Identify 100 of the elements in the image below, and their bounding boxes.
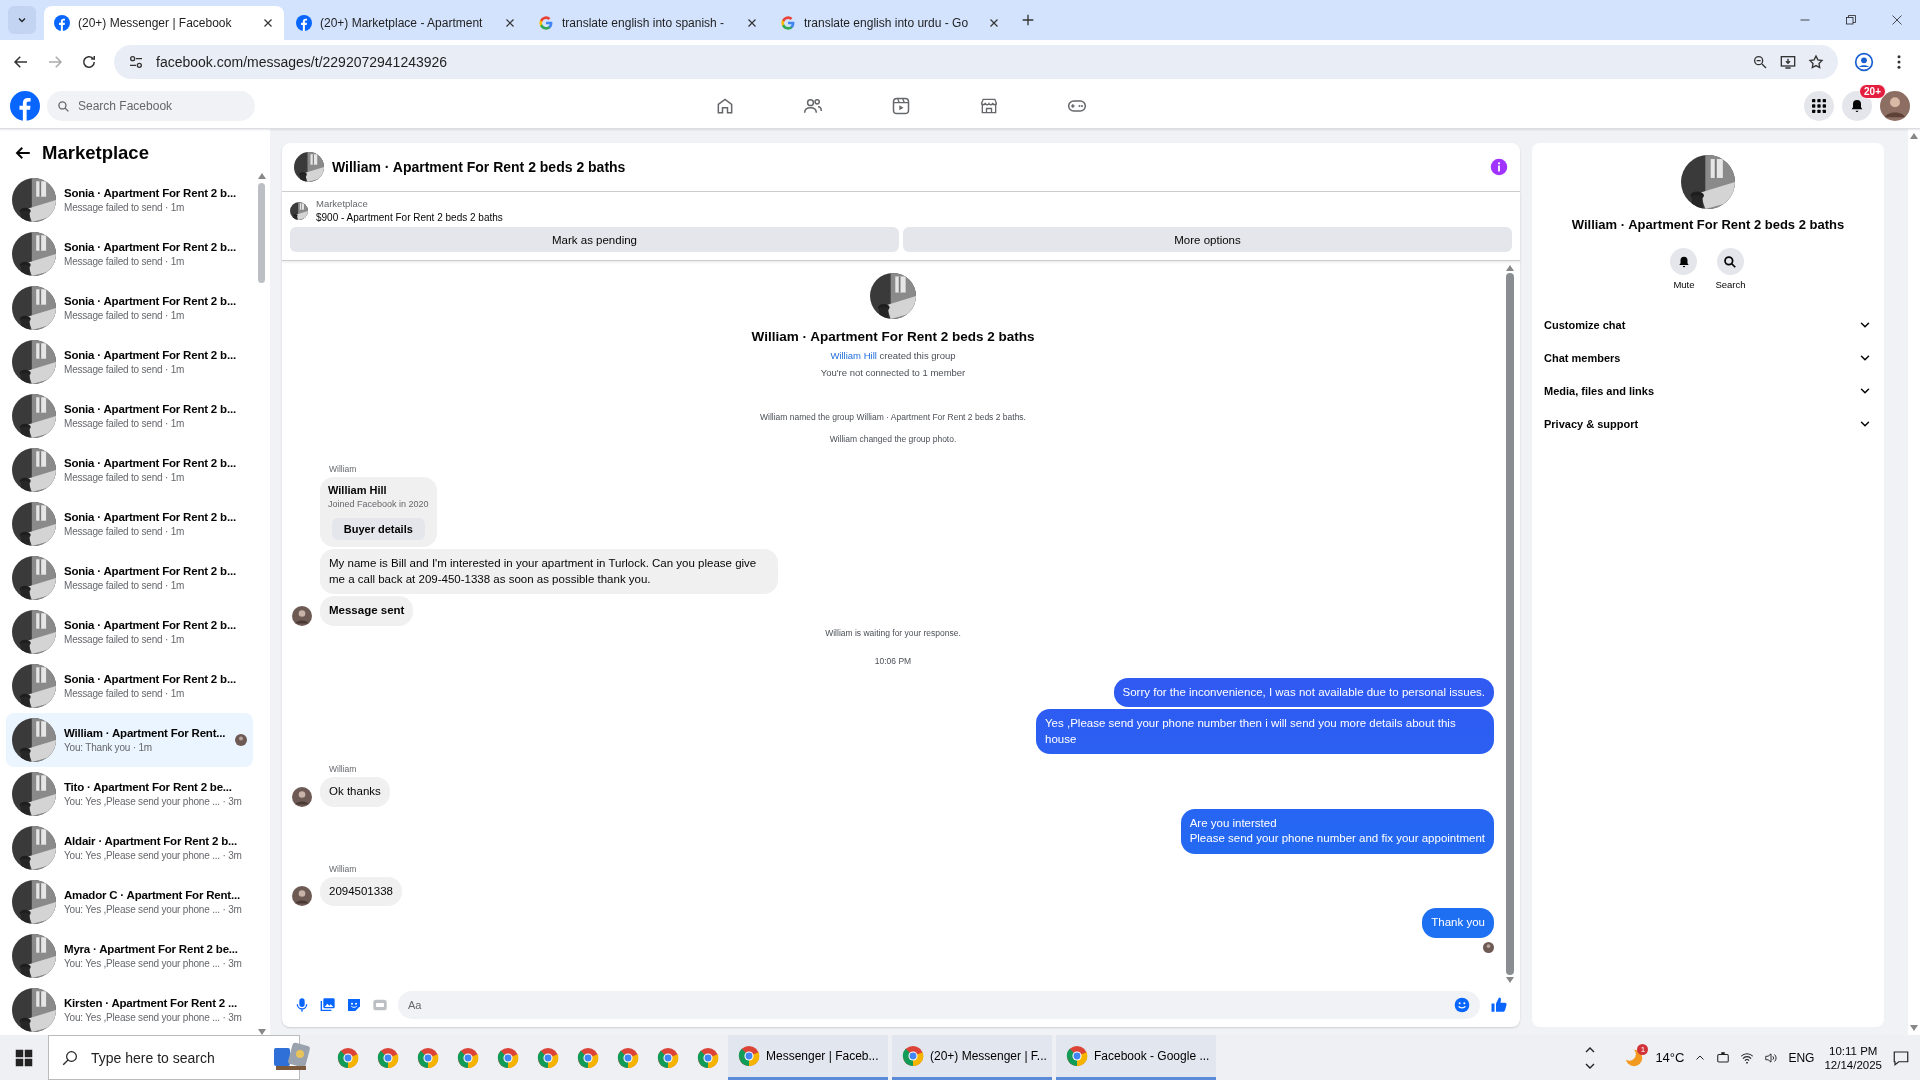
star-icon[interactable] (1808, 54, 1824, 70)
notification-center-icon[interactable] (1892, 1048, 1910, 1067)
creator-link[interactable]: William Hill (830, 350, 877, 361)
listing-title: $900 - Apartment For Rent 2 beds 2 baths (316, 212, 503, 223)
sender-name: William (329, 863, 358, 874)
details-section[interactable]: Privacy & support (1532, 407, 1884, 440)
taskbar-search-field[interactable]: Type here to search (48, 1035, 300, 1080)
profile-name: William Hill (328, 484, 388, 496)
conversation-item[interactable]: Aldair · Apartment For Rent 2 b... You: Yes ,Please send your phone ... · 3m (6, 821, 253, 875)
details-section[interactable]: Customize chat (1532, 308, 1884, 341)
taskbar-window-button[interactable]: (20+) Messenger | F... (892, 1035, 1052, 1080)
chrome-icon (537, 1046, 559, 1069)
scrollbar[interactable] (1908, 129, 1920, 1035)
back-arrow-icon[interactable] (14, 144, 32, 162)
video-icon[interactable] (891, 96, 911, 116)
wifi-icon[interactable] (1740, 1050, 1755, 1065)
close-icon[interactable] (988, 17, 1000, 29)
grid-icon (1811, 98, 1827, 114)
conversation-item[interactable]: William · Apartment For Rent... You: Thank you · 1m (6, 713, 253, 767)
conversation-item[interactable]: Kirsten · Apartment For Rent 2 ... You: Yes ,Please send your phone ... · 3m (6, 983, 253, 1035)
conversation-item[interactable]: Sonia · Apartment For Rent 2 b... Message failed to send · 1m (6, 443, 253, 497)
conversation-preview: Message failed to send · 1m (64, 364, 186, 375)
chrome-icon (417, 1046, 439, 1069)
facebook-logo-icon[interactable] (10, 91, 40, 121)
site-settings-icon[interactable] (128, 54, 144, 70)
listing-label: Marketplace (316, 198, 369, 209)
scrollbar-thumb[interactable] (1506, 273, 1514, 975)
details-section[interactable]: Media, files and links (1532, 374, 1884, 407)
notification-badge: 20+ (1859, 84, 1886, 99)
conversation-item[interactable]: Amador C · Apartment For Rent... You: Yes ,Please send your phone ... · 3m (6, 875, 253, 929)
conversation-item[interactable]: Sonia · Apartment For Rent 2 b... Message failed to send · 1m (6, 497, 253, 551)
conversation-name: Sonia · Apartment For Rent 2 b... (64, 619, 237, 631)
search-icon (61, 1048, 79, 1067)
temperature: 14°C (1655, 1050, 1685, 1065)
sender-name: William (329, 764, 358, 775)
conversation-name: Tito · Apartment For Rent 2 be... (64, 781, 233, 793)
menu-button[interactable] (1804, 91, 1834, 121)
message-input[interactable]: Aa (398, 991, 1480, 1019)
taskbar-window-button[interactable]: Messenger | Faceb... (728, 1035, 888, 1080)
emoji-icon[interactable] (1454, 997, 1470, 1013)
sender-avatar-icon (292, 886, 312, 907)
search-icon (57, 99, 70, 113)
zoom-icon[interactable] (1752, 54, 1768, 70)
message-bubble: My name is Bill and I'm interested in your apartment in Turlock. Can you please give me a call back at 209-450-1338 as soon as possible thank you. (320, 549, 778, 595)
conversation-item[interactable]: Sonia · Apartment For Rent 2 b... Message failed to send · 1m (6, 605, 253, 659)
conversation-item[interactable]: Sonia · Apartment For Rent 2 b... Message failed to send · 1m (6, 173, 253, 227)
language-indicator[interactable]: ENG (1788, 1050, 1815, 1065)
conversation-item[interactable]: Sonia · Apartment For Rent 2 b... Message failed to send · 1m (6, 281, 253, 335)
reload-icon[interactable] (80, 53, 98, 71)
photo-icon[interactable] (320, 997, 336, 1013)
close-icon[interactable] (746, 17, 758, 29)
details-section[interactable]: Chat members (1532, 341, 1884, 374)
conversation-preview: You: Yes ,Please send your phone ... · 3m (64, 850, 243, 861)
info-icon[interactable] (1490, 158, 1508, 176)
conversation-name: Sonia · Apartment For Rent 2 b... (64, 565, 237, 577)
sticker-icon[interactable] (346, 997, 362, 1013)
conversation-preview: Message failed to send · 1m (64, 418, 186, 429)
scrollbar-thumb[interactable] (258, 183, 265, 283)
profile-icon[interactable] (1854, 52, 1874, 72)
close-icon[interactable] (262, 17, 274, 29)
chat-title: William · Apartment For Rent 2 beds 2 baths (332, 159, 627, 175)
search-field[interactable]: Search Facebook (47, 91, 255, 121)
conversation-item[interactable]: Tito · Apartment For Rent 2 be... You: Yes ,Please send your phone ... · 3m (6, 767, 253, 821)
back-icon[interactable] (12, 53, 30, 71)
conversation-item[interactable]: Sonia · Apartment For Rent 2 b... Message failed to send · 1m (6, 659, 253, 713)
listing-action-button[interactable]: More options (903, 227, 1512, 252)
sender-name: William (329, 464, 358, 474)
system-message: William named the group William · Apartment For Rent 2 beds 2 baths. (760, 412, 1026, 422)
conversation-name: Amador C · Apartment For Rent... (64, 889, 241, 901)
conversation-name: Sonia · Apartment For Rent 2 b... (64, 673, 237, 685)
browser-tab[interactable]: translate english into urdu - Go (770, 6, 1010, 40)
listing-action-button[interactable]: Mark as pending (290, 227, 899, 252)
conversation-name: Aldair · Apartment For Rent 2 b... (64, 835, 238, 847)
friends-icon[interactable] (803, 96, 823, 116)
browser-tab[interactable]: (20+) Marketplace - Apartment (286, 6, 526, 40)
close-icon[interactable] (504, 17, 516, 29)
new-tab-icon[interactable] (1020, 12, 1036, 28)
home-icon[interactable] (715, 96, 735, 116)
browser-tab[interactable]: (20+) Messenger | Facebook (44, 6, 284, 40)
taskbar-window-button[interactable]: Facebook - Google ... (1056, 1035, 1216, 1080)
like-icon[interactable] (1490, 996, 1508, 1014)
address-bar[interactable]: facebook.com/messages/t/2292072941243926 (114, 45, 1838, 79)
conversation-preview: Message failed to send · 1m (64, 202, 186, 213)
scroll-down-icon (1910, 1025, 1918, 1031)
facebook-logo-icon (54, 15, 70, 31)
buyer-details-button[interactable]: Buyer details (331, 518, 425, 540)
volume-icon[interactable] (1764, 1050, 1779, 1065)
conversation-preview: Message failed to send · 1m (64, 256, 186, 267)
conversation-name: Sonia · Apartment For Rent 2 b... (64, 241, 237, 253)
conversation-item[interactable]: Myra · Apartment For Rent 2 be... You: Yes ,Please send your phone ... · 3m (6, 929, 253, 983)
conversation-item[interactable]: Sonia · Apartment For Rent 2 b... Message failed to send · 1m (6, 335, 253, 389)
profile-subtitle: Joined Facebook in 2020 (328, 499, 429, 509)
conversation-item[interactable]: Sonia · Apartment For Rent 2 b... Message failed to send · 1m (6, 551, 253, 605)
browser-tab[interactable]: translate english into spanish - (528, 6, 768, 40)
microphone-icon[interactable] (294, 997, 310, 1013)
store-icon[interactable] (979, 96, 999, 116)
install-app-icon[interactable] (1780, 54, 1796, 70)
conversation-item[interactable]: Sonia · Apartment For Rent 2 b... Message failed to send · 1m (6, 227, 253, 281)
conversation-item[interactable]: Sonia · Apartment For Rent 2 b... Message failed to send · 1m (6, 389, 253, 443)
profile-avatar-icon[interactable] (1880, 91, 1910, 121)
